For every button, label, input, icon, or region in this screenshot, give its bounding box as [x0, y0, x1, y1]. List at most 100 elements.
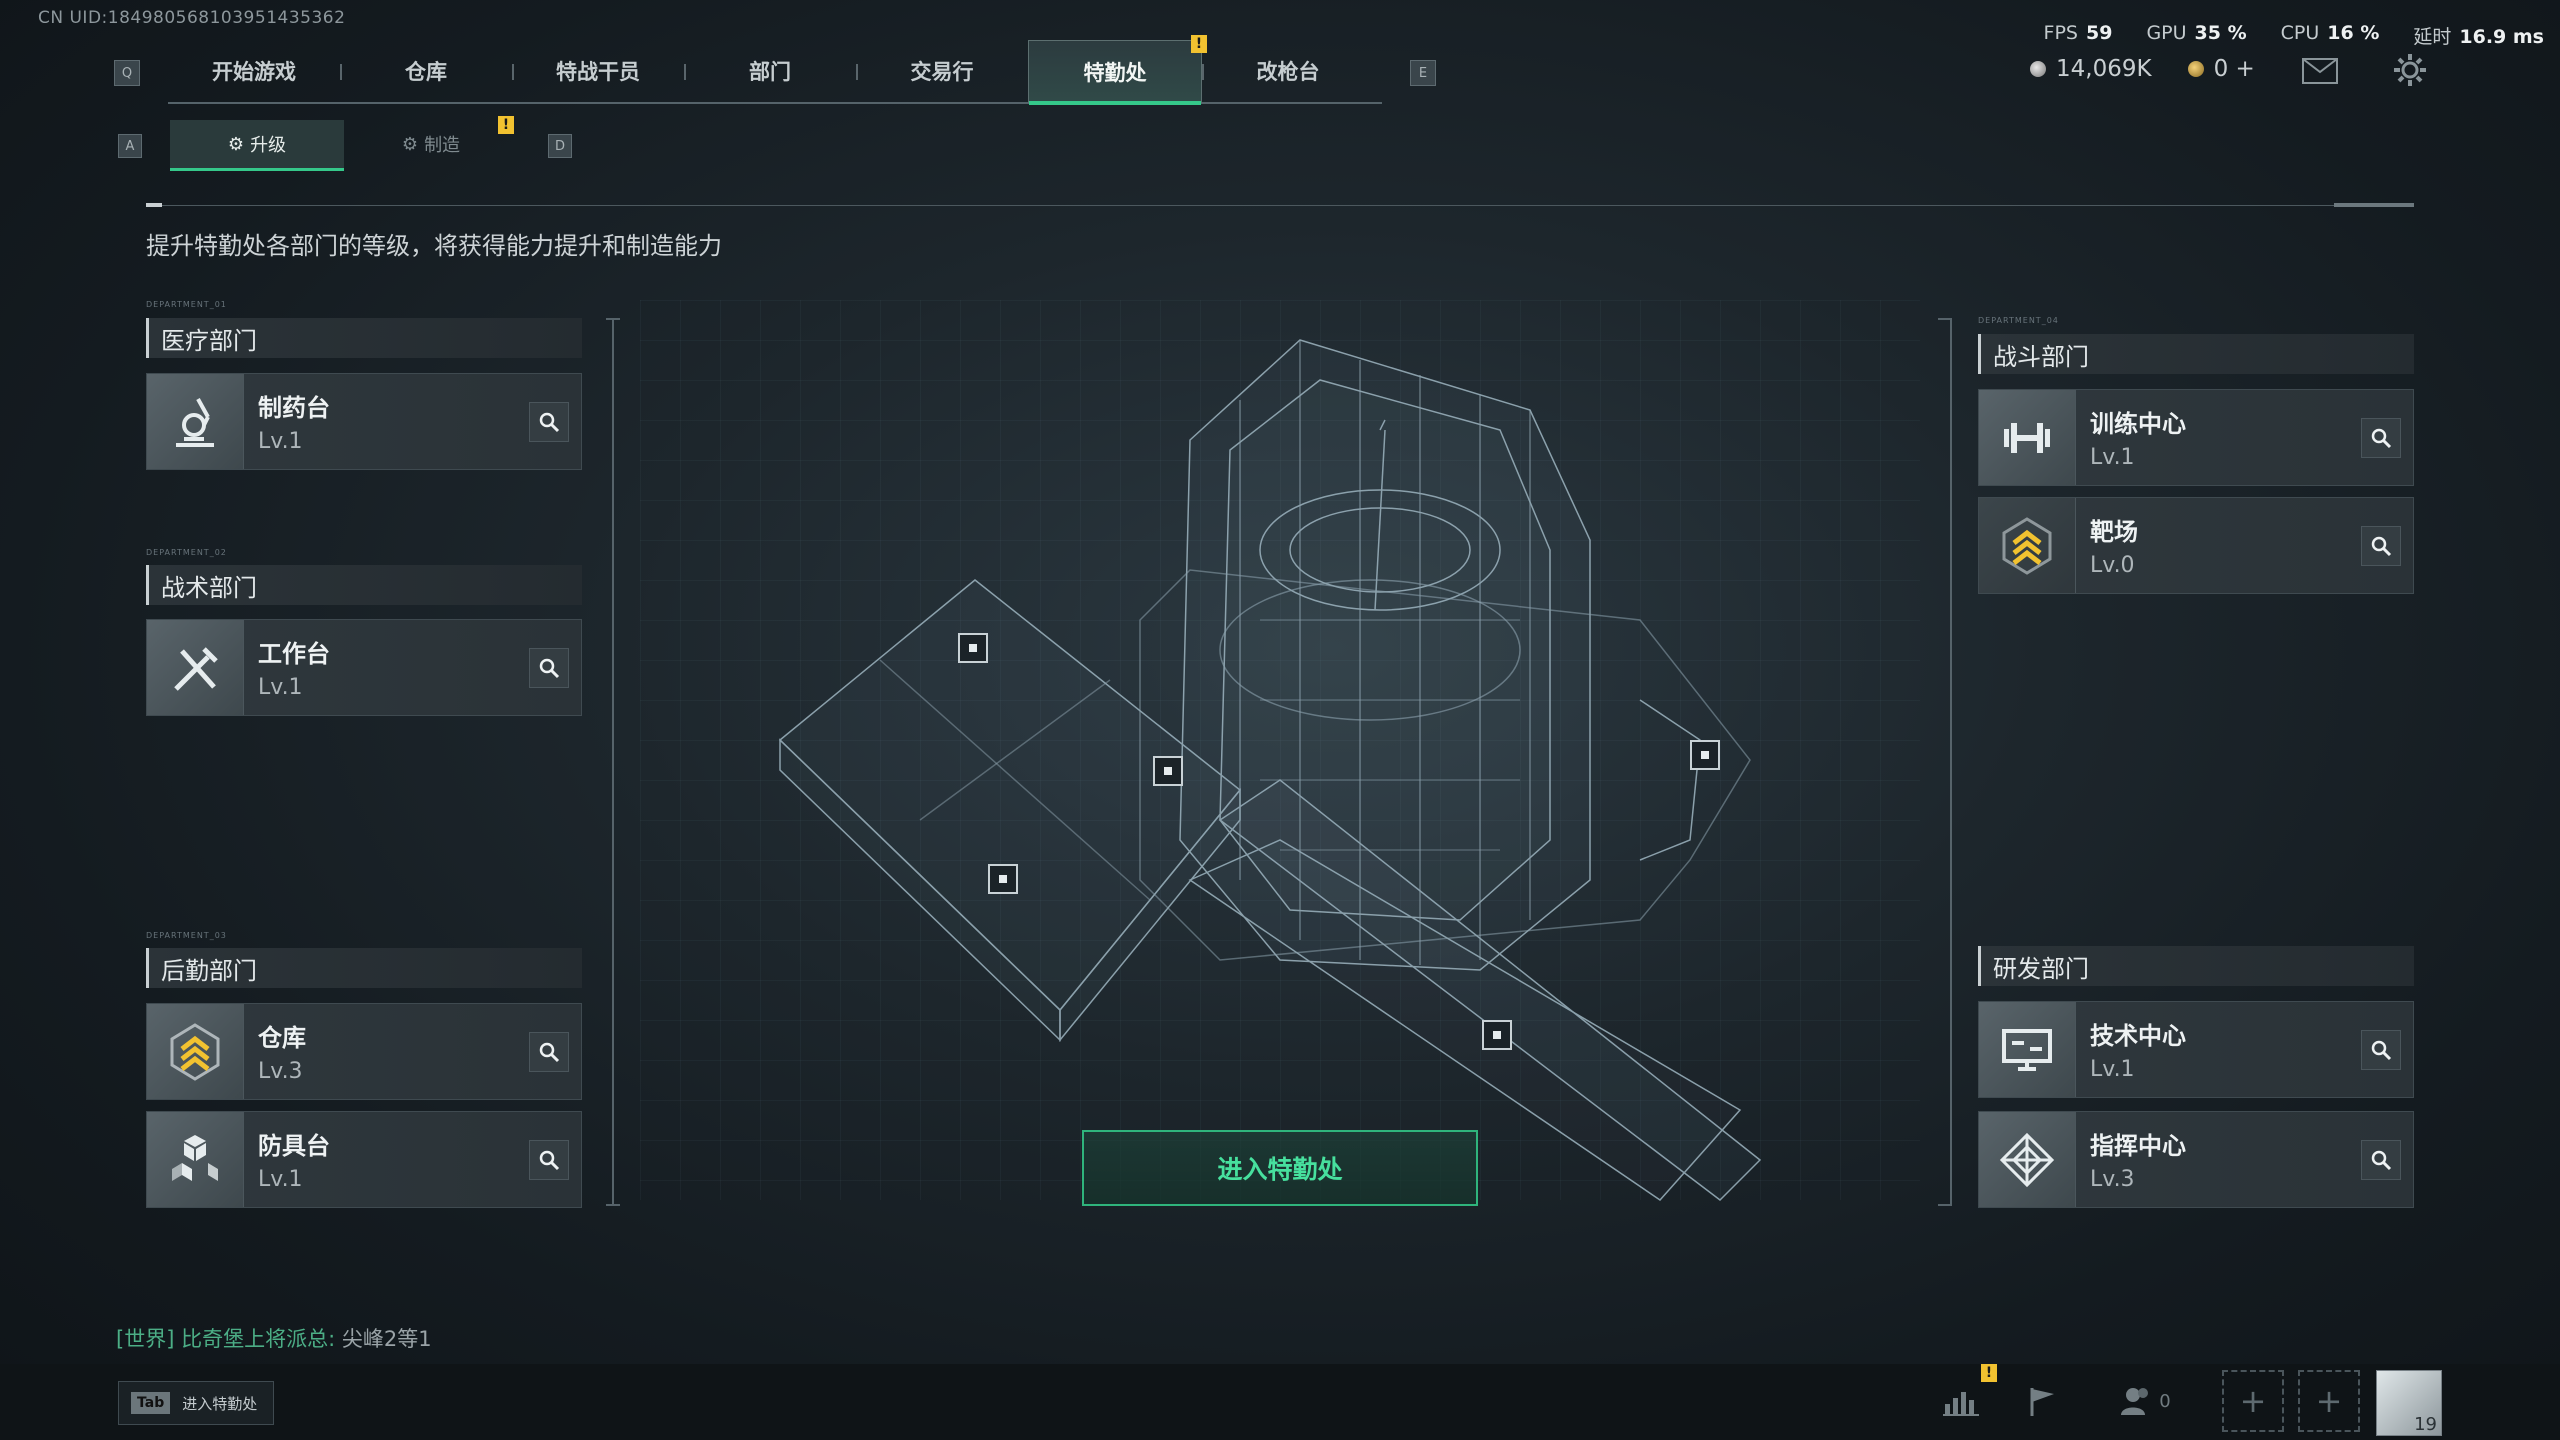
map-marker[interactable]: [1153, 756, 1183, 786]
coin-icon: [2030, 61, 2046, 77]
craft-warning-badge: !: [498, 116, 514, 134]
coin-amount[interactable]: 14,069K: [2056, 56, 2152, 82]
tab-warning-badge: !: [1191, 35, 1207, 53]
subtab-craft-label: 制造: [424, 135, 461, 156]
facility-card-storage[interactable]: 仓库 Lv.3: [146, 1003, 582, 1100]
search-icon[interactable]: [529, 648, 569, 688]
cubes-icon: [147, 1112, 244, 1207]
avatar[interactable]: 19: [2376, 1370, 2442, 1436]
dept-medical-title: 医疗部门: [146, 318, 582, 358]
tab-gunsmith[interactable]: 改枪台: [1202, 40, 1374, 102]
facility-card-pharmacy[interactable]: 制药台 Lv.1: [146, 373, 582, 470]
user-uid: CN UID:184980568103951435362: [38, 8, 346, 28]
dumbbell-icon: [1979, 390, 2076, 485]
stats-warning-badge: !: [1981, 1364, 1997, 1382]
rank-chevron-icon: [147, 1004, 244, 1099]
facility-card-workbench[interactable]: 工作台 Lv.1: [146, 619, 582, 716]
subtab-key-left: A: [118, 134, 142, 158]
map-marker[interactable]: [988, 864, 1018, 894]
map-marker[interactable]: [958, 633, 988, 663]
chat-sender: 比奇堡上将派总:: [181, 1327, 336, 1351]
chat-message: 尖峰2等1: [341, 1327, 432, 1351]
tab-special-ops[interactable]: 特勤处: [1028, 40, 1202, 105]
premium-amount[interactable]: 0 +: [2214, 56, 2255, 82]
dept-tag: DEPARTMENT_01: [146, 300, 227, 309]
mail-icon[interactable]: [2302, 58, 2338, 88]
dept-logistics-title: 后勤部门: [146, 948, 582, 988]
tab-warehouse[interactable]: 仓库: [340, 40, 512, 102]
map-marker[interactable]: [1690, 740, 1720, 770]
dept-tag: DEPARTMENT_04: [1978, 316, 2059, 325]
fps-label: FPS: [2043, 22, 2078, 44]
subtab-upgrade-label: 升级: [250, 135, 287, 156]
tools-icon: [147, 620, 244, 715]
frame-tick: [606, 318, 620, 320]
diamond-grid-icon: [1979, 1112, 2076, 1207]
latency-value: 16.9 ms: [2459, 26, 2544, 48]
frame-tick: [1938, 318, 1952, 320]
tab-start-game[interactable]: 开始游戏: [168, 40, 340, 102]
search-icon[interactable]: [2361, 418, 2401, 458]
friends-icon: [2121, 1388, 2149, 1415]
facility-card-shooting-range[interactable]: 靶场 Lv.0: [1978, 497, 2414, 594]
frame-tick: [606, 1204, 620, 1206]
latency-label: 延时: [2413, 26, 2452, 48]
page-description: 提升特勤处各部门的等级，将获得能力提升和制造能力: [146, 232, 722, 260]
stats-chart-icon[interactable]: [1938, 1376, 1984, 1426]
subtab-key-right: D: [548, 134, 572, 158]
tab-operators[interactable]: 特战干员: [512, 40, 684, 102]
divider-accent: [146, 203, 162, 207]
rank-chevron-icon: [1979, 498, 2076, 593]
facility-card-armor-bench[interactable]: 防具台 Lv.1: [146, 1111, 582, 1208]
subtab-craft[interactable]: ⚙ 制造: [344, 120, 518, 168]
dept-tag: DEPARTMENT_03: [146, 931, 227, 940]
base-wireframe-model: [778, 339, 1762, 1201]
search-icon[interactable]: [529, 402, 569, 442]
flag-icon[interactable]: [2020, 1376, 2066, 1426]
enter-special-ops-button[interactable]: 进入特勤处: [1082, 1130, 1478, 1206]
dept-tag: DEPARTMENT_02: [146, 548, 227, 557]
cpu-label: CPU: [2280, 22, 2320, 44]
performance-stats: FPS 59 GPU 35 % CPU 16 % 延时 16.9 ms: [2044, 22, 2544, 49]
party-slot-add[interactable]: +: [2298, 1370, 2360, 1432]
dept-combat-title: 战斗部门: [1978, 334, 2414, 374]
avatar-level: 19: [2414, 1414, 2437, 1435]
upgrade-icon: ⚙: [227, 133, 245, 155]
frame-bracket-right: [1950, 318, 1952, 1206]
map-marker[interactable]: [1482, 1020, 1512, 1050]
frame-bracket-left: [612, 318, 614, 1206]
tab-key: Tab: [131, 1392, 171, 1414]
cpu-value: 16 %: [2327, 22, 2380, 44]
party-slot-add[interactable]: +: [2222, 1370, 2284, 1432]
tab-hint-label: 进入特勤处: [182, 1394, 258, 1413]
facility-card-tech-center[interactable]: 技术中心 Lv.1: [1978, 1001, 2414, 1098]
subtab-bar: ⚙ 升级 ⚙ 制造: [170, 120, 520, 171]
tab-department[interactable]: 部门: [684, 40, 856, 102]
divider-accent-right: [2334, 203, 2414, 207]
currency-bar: 14,069K 0 +: [2030, 56, 2255, 82]
world-chat[interactable]: [世界] 比奇堡上将派总: 尖峰2等1: [116, 1323, 432, 1353]
microscope-icon: [147, 374, 244, 469]
gpu-label: GPU: [2146, 22, 2187, 44]
friends-button[interactable]: 0: [2110, 1376, 2180, 1426]
nav-key-left: Q: [114, 60, 140, 86]
settings-gear-icon[interactable]: [2392, 52, 2428, 92]
facility-card-command-center[interactable]: 指挥中心 Lv.3: [1978, 1111, 2414, 1208]
tab-trading[interactable]: 交易行: [856, 40, 1028, 102]
frame-tick: [1938, 1204, 1952, 1206]
divider: [146, 205, 2414, 206]
dept-rnd-title: 研发部门: [1978, 946, 2414, 986]
search-icon[interactable]: [2361, 1030, 2401, 1070]
search-icon[interactable]: [529, 1032, 569, 1072]
search-icon[interactable]: [2361, 526, 2401, 566]
search-icon[interactable]: [529, 1140, 569, 1180]
search-icon[interactable]: [2361, 1140, 2401, 1180]
craft-icon: ⚙: [401, 133, 419, 155]
monitor-icon: [1979, 1002, 2076, 1097]
subtab-upgrade[interactable]: ⚙ 升级: [170, 120, 344, 171]
nav-key-right: E: [1410, 60, 1436, 86]
facility-card-training-center[interactable]: 训练中心 Lv.1: [1978, 389, 2414, 486]
tab-hint-button[interactable]: Tab 进入特勤处: [118, 1381, 274, 1425]
premium-coin-icon: [2187, 61, 2204, 77]
friends-count: 0: [2159, 1390, 2171, 1412]
